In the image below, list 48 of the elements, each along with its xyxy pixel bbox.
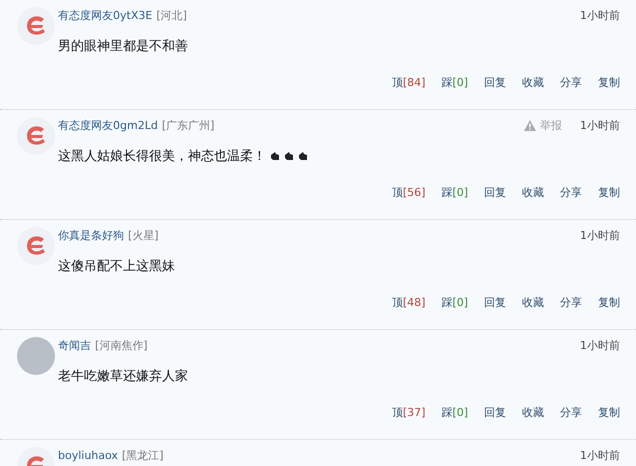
comment-time: 1小时前 bbox=[580, 118, 620, 133]
share-link[interactable]: 分享 bbox=[560, 75, 582, 90]
comment-text: 这黑人姑娘长得很美，神态也温柔！ bbox=[58, 148, 266, 165]
user-location: [黑龙江] bbox=[122, 448, 164, 463]
favorite-link[interactable]: 收藏 bbox=[522, 405, 544, 420]
share-link[interactable]: 分享 bbox=[560, 405, 582, 420]
upvote-link[interactable]: 顶[48] bbox=[392, 295, 426, 310]
comment-time: 1小时前 bbox=[580, 8, 620, 23]
downvote-link[interactable]: 踩[0] bbox=[441, 405, 468, 420]
user-location: [火星] bbox=[128, 228, 159, 243]
user-location: [河南焦作] bbox=[95, 338, 148, 353]
comment-time: 1小时前 bbox=[580, 228, 620, 243]
copy-link[interactable]: 复制 bbox=[598, 75, 620, 90]
upvote-link[interactable]: 顶[56] bbox=[392, 185, 426, 200]
avatar-logo-icon bbox=[16, 6, 56, 46]
comment-text: 老牛吃嫩草还嫌弃人家 bbox=[58, 368, 188, 385]
user-name[interactable]: 你真是条好狗 bbox=[58, 228, 124, 243]
share-link[interactable]: 分享 bbox=[560, 185, 582, 200]
reply-link[interactable]: 回复 bbox=[484, 405, 506, 420]
favorite-link[interactable]: 收藏 bbox=[522, 295, 544, 310]
comment-time: 1小时前 bbox=[580, 338, 620, 353]
upvote-link[interactable]: 顶[37] bbox=[392, 405, 426, 420]
avatar-photo-placeholder bbox=[16, 336, 56, 376]
user-name[interactable]: 奇闻吉 bbox=[58, 338, 91, 353]
avatar-logo-icon bbox=[16, 226, 56, 266]
comment-text: 这傻吊配不上这黑妹 bbox=[58, 258, 175, 275]
comment-text: 男的眼神里都是不和善 bbox=[58, 38, 188, 55]
favorite-link[interactable]: 收藏 bbox=[522, 75, 544, 90]
user-location: [河北] bbox=[156, 8, 187, 23]
copy-link[interactable]: 复制 bbox=[598, 405, 620, 420]
favorite-link[interactable]: 收藏 bbox=[522, 185, 544, 200]
share-link[interactable]: 分享 bbox=[560, 295, 582, 310]
reply-link[interactable]: 回复 bbox=[484, 75, 506, 90]
user-location: [广东广州] bbox=[162, 118, 214, 133]
warning-icon bbox=[524, 120, 536, 131]
downvote-link[interactable]: 踩[0] bbox=[441, 75, 468, 90]
avatar-logo-icon bbox=[16, 116, 56, 156]
user-name[interactable]: boyliuhaox bbox=[58, 449, 118, 462]
upvote-link[interactable]: 顶[84] bbox=[392, 75, 426, 90]
reply-link[interactable]: 回复 bbox=[484, 295, 506, 310]
copy-link[interactable]: 复制 bbox=[598, 295, 620, 310]
copy-link[interactable]: 复制 bbox=[598, 185, 620, 200]
reply-link[interactable]: 回复 bbox=[484, 185, 506, 200]
downvote-link[interactable]: 踩[0] bbox=[441, 185, 468, 200]
comment-time: 1小时前 bbox=[580, 448, 620, 463]
user-name[interactable]: 有态度网友0gm2Ld bbox=[58, 118, 158, 133]
user-name[interactable]: 有态度网友0ytX3E bbox=[58, 8, 152, 23]
downvote-link[interactable]: 踩[0] bbox=[441, 295, 468, 310]
